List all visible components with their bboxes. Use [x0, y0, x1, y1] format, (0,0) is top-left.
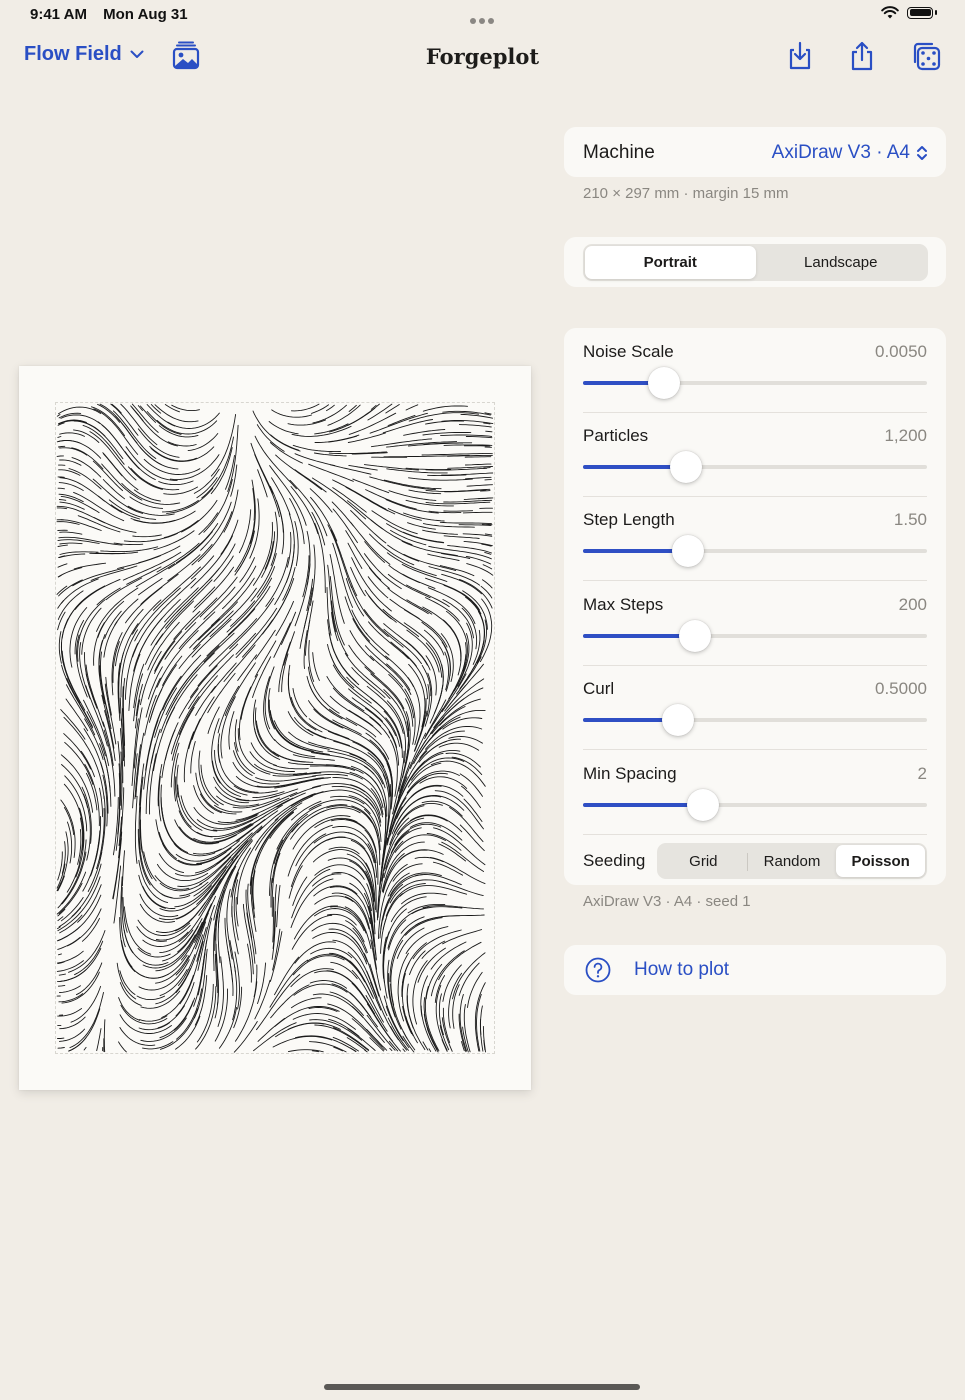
slider-knob[interactable]	[670, 451, 703, 483]
slider-track[interactable]	[583, 704, 927, 736]
battery-icon	[907, 6, 933, 19]
orientation-segmented-control: Portrait Landscape	[583, 244, 928, 281]
param-particles: Particles 1,200	[583, 412, 927, 497]
paper-preview	[19, 366, 531, 1090]
param-label: Max Steps	[583, 595, 664, 614]
slider-track[interactable]	[583, 451, 927, 483]
slider-track[interactable]	[583, 789, 927, 821]
param-step-length: Step Length 1.50	[583, 496, 927, 581]
param-value: 1,200	[884, 426, 927, 445]
machine-picker[interactable]: AxiDraw V3 · A4	[772, 142, 928, 164]
chevron-updown-icon	[917, 146, 927, 160]
param-value: 1.50	[893, 510, 927, 529]
seeding-segmented-control: Grid Random Poisson	[657, 843, 927, 879]
slider-track[interactable]	[583, 620, 927, 652]
param-label: Min Spacing	[583, 764, 677, 783]
flow-field-drawing	[56, 403, 494, 1053]
how-to-plot-button[interactable]: How to plot	[564, 945, 946, 995]
param-value: 0.5000	[875, 679, 927, 698]
machine-label: Machine	[583, 142, 655, 163]
slider-knob[interactable]	[678, 620, 711, 652]
param-curl: Curl 0.5000	[583, 665, 927, 750]
seeding-label: Seeding	[583, 851, 646, 870]
share-icon[interactable]	[846, 40, 878, 72]
download-icon[interactable]	[784, 40, 816, 72]
machine-card: Machine AxiDraw V3 · A4	[564, 127, 946, 177]
orientation-landscape[interactable]: Landscape	[756, 246, 927, 279]
param-value: 0.0050	[875, 342, 927, 361]
parameters-card: Noise Scale 0.0050 Particles 1,200 Step …	[564, 328, 946, 885]
seeding-grid[interactable]: Grid	[659, 845, 748, 877]
multitasking-dots[interactable]	[470, 11, 497, 29]
settings-caption: AxiDraw V3 · A4 · seed 1	[583, 893, 751, 910]
seeding-row: Seeding Grid Random Poisson	[583, 835, 927, 885]
machine-caption: 210 × 297 mm · margin 15 mm	[583, 185, 789, 202]
printable-area	[55, 402, 495, 1054]
slider-knob[interactable]	[647, 367, 680, 399]
status-bar: 9:41 AM Mon Aug 31	[30, 6, 200, 23]
slider-knob[interactable]	[661, 704, 694, 736]
how-to-plot-label: How to plot	[634, 959, 730, 980]
param-value: 2	[917, 764, 927, 783]
param-label: Step Length	[583, 510, 675, 529]
home-indicator[interactable]	[324, 1384, 640, 1390]
status-date: Mon Aug 31	[103, 6, 188, 23]
orientation-card: Portrait Landscape	[564, 237, 946, 287]
orientation-portrait[interactable]: Portrait	[585, 246, 756, 279]
wifi-icon	[881, 6, 899, 19]
param-min-spacing: Min Spacing 2	[583, 750, 927, 835]
slider-knob[interactable]	[671, 535, 704, 567]
param-max-steps: Max Steps 200	[583, 581, 927, 666]
slider-track[interactable]	[583, 367, 927, 399]
machine-value: AxiDraw V3 · A4	[771, 142, 910, 163]
question-circle-icon	[585, 957, 611, 983]
app-title: Forgeplot	[425, 44, 540, 69]
slider-track[interactable]	[583, 535, 927, 567]
param-label: Particles	[583, 426, 649, 445]
slider-knob[interactable]	[687, 789, 720, 821]
seeding-random[interactable]: Random	[748, 845, 837, 877]
dice-icon[interactable]	[910, 40, 942, 72]
param-value: 200	[898, 595, 927, 614]
seeding-poisson[interactable]: Poisson	[836, 845, 926, 877]
status-time: 9:41 AM	[30, 6, 87, 23]
param-label: Noise Scale	[583, 342, 674, 361]
status-indicators	[881, 6, 937, 19]
param-noise-scale: Noise Scale 0.0050	[583, 328, 927, 413]
param-label: Curl	[583, 679, 615, 698]
